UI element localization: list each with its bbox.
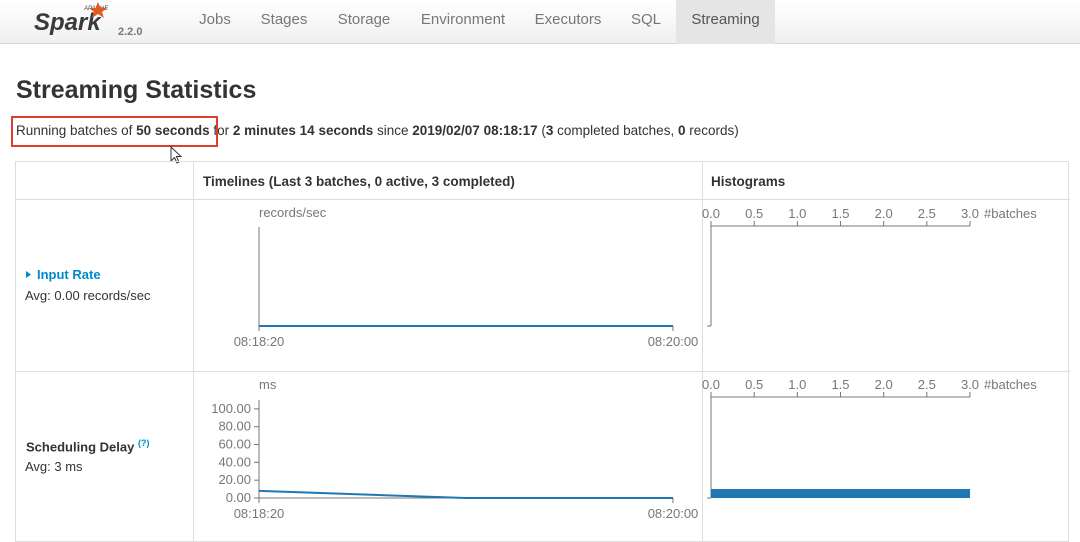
spark-logo-name: Spark	[34, 9, 102, 36]
start-time: 2019/02/07 08:18:17	[412, 123, 538, 138]
page-title: Streaming Statistics	[16, 76, 257, 104]
help-icon[interactable]: (?)	[138, 438, 150, 448]
tab-sql[interactable]: SQL	[622, 0, 670, 44]
summary-since: since	[373, 123, 413, 138]
triangle-right-icon	[26, 271, 31, 278]
tab-executors[interactable]: Executors	[525, 0, 611, 44]
input-rate-toggle[interactable]: Input Rate	[25, 267, 101, 282]
scheduling-delay-name: Scheduling Delay	[26, 439, 135, 455]
highlight-annotation-box	[11, 116, 218, 147]
tab-environment[interactable]: Environment	[411, 0, 515, 44]
summary-completed-text: completed batches,	[553, 123, 678, 138]
tab-storage[interactable]: Storage	[330, 0, 398, 44]
tab-stages[interactable]: Stages	[250, 0, 318, 44]
scheduling-delay-avg: Avg: 3 ms	[25, 459, 83, 474]
timelines-header: Timelines (Last 3 batches, 0 active, 3 c…	[203, 174, 515, 189]
tab-jobs[interactable]: Jobs	[190, 0, 240, 44]
input-rate-label: Input Rate	[37, 267, 101, 282]
summary-records-text: records)	[685, 123, 739, 138]
top-navbar: APACHE Spark 2.2.0 Jobs Stages Storage E…	[0, 0, 1080, 44]
input-rate-avg: Avg: 0.00 records/sec	[25, 288, 151, 303]
summary-open-paren: (	[537, 123, 546, 138]
running-duration: 2 minutes 14 seconds	[232, 123, 374, 138]
spark-version: 2.2.0	[118, 26, 142, 38]
spark-logo[interactable]: APACHE Spark 2.2.0	[34, 0, 164, 44]
histograms-header: Histograms	[711, 174, 786, 189]
streaming-stats-table: Timelines (Last 3 batches, 0 active, 3 c…	[15, 161, 1070, 542]
scheduling-delay-label: Scheduling Delay (?)	[26, 438, 150, 454]
tab-streaming[interactable]: Streaming	[676, 0, 775, 44]
